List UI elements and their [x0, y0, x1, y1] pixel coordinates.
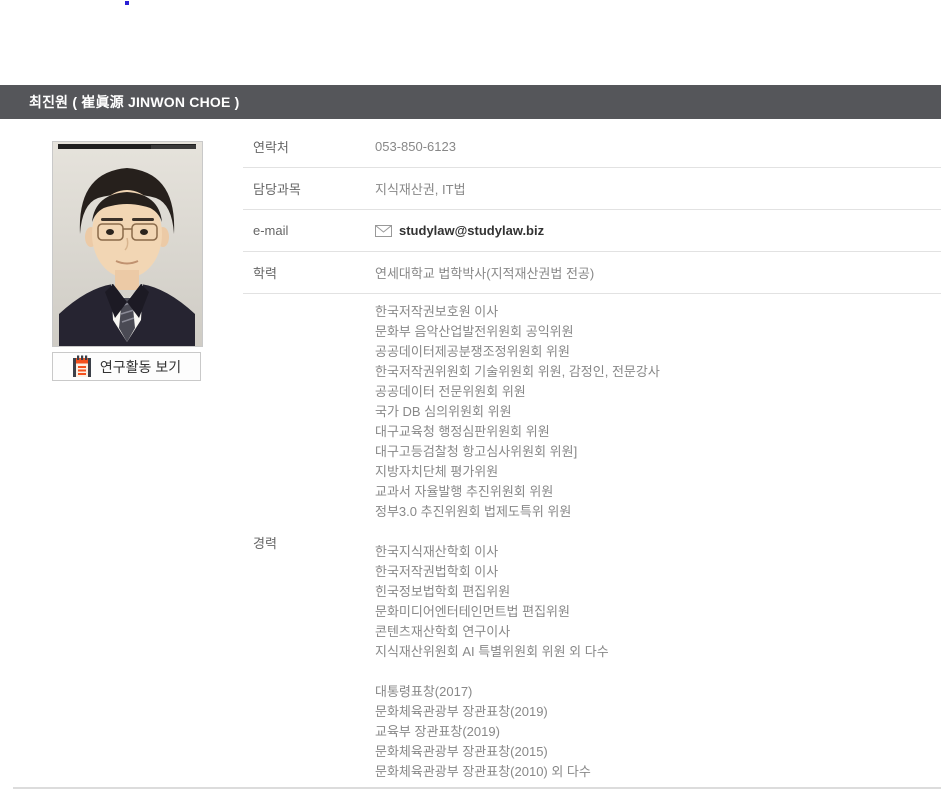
education-label: 학력 — [243, 263, 375, 282]
career-line: 문화체육관광부 장관표창(2019) — [375, 702, 660, 722]
career-line: 교과서 자율발행 추진위원회 위원 — [375, 482, 660, 502]
info-row-contact: 연락처 053-850-6123 — [243, 126, 941, 168]
career-group-committees: 한국저작권보호원 이사문화부 음악산업발전위원회 공익위원공공데이터제공분쟁조정… — [375, 302, 660, 522]
career-line: 한국저작권위원회 기술위원회 위원, 감정인, 전문강사 — [375, 362, 660, 382]
info-row-subjects: 담당과목 지식재산권, IT법 — [243, 168, 941, 210]
education-value: 연세대학교 법학박사(지적재산권법 전공) — [375, 263, 594, 282]
career-line: 한국저작권보호원 이사 — [375, 302, 660, 322]
career-line: 지식재산위원회 AI 특별위원회 위원 외 다수 — [375, 642, 660, 662]
broken-image-dot — [125, 1, 129, 5]
career-row: 경력 한국저작권보호원 이사문화부 음악산업발전위원회 공익위원공공데이터제공분… — [243, 294, 941, 791]
career-line: 대구고등검찰청 항고심사위원회 위원] — [375, 442, 660, 462]
career-line: 콘텐츠재산학회 연구이사 — [375, 622, 660, 642]
email-link[interactable]: studylaw@studylaw.biz — [375, 223, 544, 238]
info-table: 연락처 053-850-6123 담당과목 지식재산권, IT법 e-mail … — [243, 126, 941, 791]
career-line: 대구교육청 행정심판위원회 위원 — [375, 422, 660, 442]
email-address: studylaw@studylaw.biz — [399, 223, 544, 238]
career-line: 문화부 음악산업발전위원회 공익위원 — [375, 322, 660, 342]
career-group-societies: 한국지식재산학회 이사한국저작권법학회 이사힌국정보법학회 편집위원문화미디어엔… — [375, 542, 660, 662]
info-row-education: 학력 연세대학교 법학박사(지적재산권법 전공) — [243, 252, 941, 294]
page-title: 최진원 ( 崔眞源 JINWON CHOE ) — [29, 94, 239, 110]
research-activity-button[interactable]: 연구활동 보기 — [52, 352, 201, 381]
page-bottom-divider — [13, 787, 941, 789]
career-line: 한국지식재산학회 이사 — [375, 542, 660, 562]
career-line: 국가 DB 심의위원회 위원 — [375, 402, 660, 422]
profile-page: 최진원 ( 崔眞源 JINWON CHOE ) — [0, 0, 952, 793]
portrait-photo-placeholder — [53, 142, 202, 346]
info-row-email: e-mail studylaw@studylaw.biz — [243, 210, 941, 252]
career-label: 경력 — [243, 533, 375, 552]
notepad-icon — [72, 355, 92, 378]
career-line: 힌국정보법학회 편집위원 — [375, 582, 660, 602]
career-line: 교육부 장관표창(2019) — [375, 722, 660, 742]
photo-column: 연구활동 보기 — [52, 141, 203, 381]
career-line: 문화체육관광부 장관표창(2015) — [375, 742, 660, 762]
envelope-icon — [375, 225, 392, 237]
research-button-label: 연구활동 보기 — [100, 357, 181, 377]
subjects-label: 담당과목 — [243, 179, 375, 198]
career-line: 공공데이터 전문위원회 위원 — [375, 382, 660, 402]
contact-value: 053-850-6123 — [375, 139, 456, 154]
subjects-value: 지식재산권, IT법 — [375, 179, 466, 198]
contact-label: 연락처 — [243, 137, 375, 156]
career-lines: 한국저작권보호원 이사문화부 음악산업발전위원회 공익위원공공데이터제공분쟁조정… — [375, 302, 660, 782]
career-line: 정부3.0 추진위원회 법제도특위 위원 — [375, 502, 660, 522]
career-group-awards: 대통령표창(2017)문화체육관광부 장관표창(2019)교육부 장관표창(20… — [375, 682, 660, 782]
career-line: 대통령표창(2017) — [375, 682, 660, 702]
career-line: 지방자치단체 평가위원 — [375, 462, 660, 482]
page-title-bar: 최진원 ( 崔眞源 JINWON CHOE ) — [0, 85, 941, 119]
email-label: e-mail — [243, 223, 375, 238]
career-line: 한국저작권법학회 이사 — [375, 562, 660, 582]
career-line: 문화체육관광부 장관표창(2010) 외 다수 — [375, 762, 660, 782]
career-line: 문화미디어엔터테인먼트법 편집위원 — [375, 602, 660, 622]
profile-photo — [52, 141, 203, 347]
career-line: 공공데이터제공분쟁조정위원회 위원 — [375, 342, 660, 362]
